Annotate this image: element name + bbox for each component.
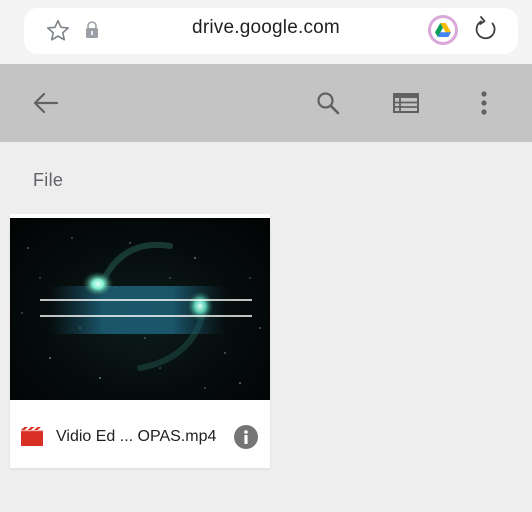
video-file-icon [21, 427, 43, 446]
section-title: File [33, 170, 64, 190]
search-button[interactable] [306, 64, 350, 142]
more-vert-icon [481, 91, 487, 115]
browser-address-bar: drive.google.com [0, 0, 532, 64]
list-view-button[interactable] [384, 64, 428, 142]
video-thumbnail[interactable] [10, 218, 270, 400]
google-drive-icon[interactable] [428, 15, 458, 45]
file-card[interactable]: Vidio Ed ... OPAS.mp4 [10, 214, 270, 468]
app-toolbar [0, 64, 532, 142]
info-icon[interactable] [234, 425, 258, 449]
file-info-row[interactable]: Vidio Ed ... OPAS.mp4 [10, 414, 270, 460]
back-arrow-icon [33, 92, 59, 114]
list-view-icon [393, 93, 419, 113]
more-options-button[interactable] [466, 64, 502, 142]
search-icon [317, 92, 340, 115]
back-button[interactable] [26, 64, 66, 142]
file-name[interactable]: Vidio Ed ... OPAS.mp4 [56, 428, 216, 446]
thumbnail-artwork [21, 237, 261, 389]
reload-icon[interactable] [472, 14, 500, 44]
